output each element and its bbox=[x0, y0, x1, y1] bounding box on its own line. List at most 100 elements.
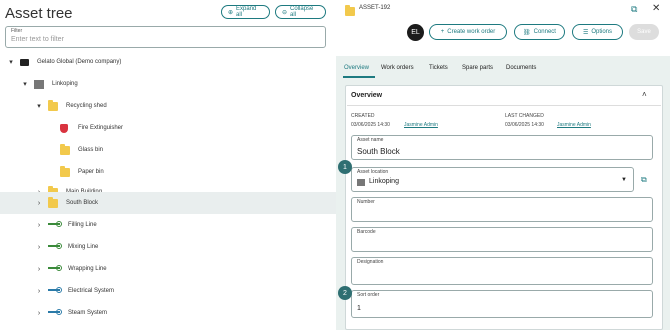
open-external-icon[interactable]: ⧉ bbox=[631, 4, 637, 15]
tree-item-label: Glass bin bbox=[78, 147, 104, 153]
avatar[interactable]: EL bbox=[407, 24, 424, 41]
tree-item-label: Recycling shed bbox=[66, 103, 107, 109]
tab-work-orders[interactable]: Work orders bbox=[381, 65, 414, 71]
production-line-icon bbox=[48, 220, 62, 228]
tree-item[interactable]: Glass bin bbox=[0, 139, 386, 161]
production-line-icon bbox=[48, 264, 62, 272]
last-changed-by-link[interactable]: Jasmine Admin bbox=[557, 122, 591, 128]
tree-item-label: South Block bbox=[66, 200, 99, 206]
connect-label: Connect bbox=[533, 29, 556, 35]
folder-icon bbox=[345, 5, 355, 16]
tab-documents[interactable]: Documents bbox=[506, 65, 536, 71]
created-label: CREATED bbox=[351, 113, 375, 119]
last-changed-date: 03/06/2025 14:30 bbox=[505, 122, 544, 128]
building-icon bbox=[357, 179, 365, 186]
chevron-right-icon[interactable]: › bbox=[36, 310, 42, 317]
step-badge-1: 1 bbox=[338, 160, 352, 174]
chevron-right-icon[interactable]: › bbox=[36, 266, 42, 273]
folder-icon bbox=[48, 196, 58, 208]
collapse-all-button[interactable]: ⊖ Collapse all bbox=[275, 5, 326, 19]
options-button[interactable]: ☰ Options bbox=[572, 24, 623, 40]
link-icon: ⛓ bbox=[523, 29, 531, 36]
chevron-right-icon[interactable]: › bbox=[36, 200, 42, 207]
connect-button[interactable]: ⛓ Connect bbox=[514, 24, 565, 40]
chevron-down-icon[interactable]: ▾ bbox=[8, 59, 14, 66]
tree-item[interactable]: › Mixing Line bbox=[0, 236, 362, 258]
dropdown-arrow-icon: ▼ bbox=[621, 177, 627, 183]
asset-name-value: South Block bbox=[357, 147, 400, 156]
system-line-icon bbox=[48, 308, 62, 316]
tree-item[interactable]: ▾ Linkoping bbox=[0, 73, 348, 95]
tree-item[interactable]: ▾ Recycling shed bbox=[0, 95, 362, 117]
tree-item[interactable]: › Steam System bbox=[0, 302, 362, 324]
tree-item[interactable]: ▾ Gelato Global (Demo company) bbox=[0, 51, 334, 73]
plus-icon: + bbox=[440, 29, 445, 35]
number-label: Number bbox=[357, 199, 375, 205]
create-work-order-label: Create work order bbox=[447, 29, 496, 35]
tree-item-label: Electrical System bbox=[68, 288, 115, 294]
panel-title: Overview bbox=[351, 92, 383, 99]
asset-tree-title: Asset tree bbox=[5, 5, 73, 22]
chevron-right-icon[interactable]: › bbox=[36, 288, 42, 295]
tab-overview[interactable]: Overview bbox=[344, 65, 369, 71]
created-date: 03/06/2025 14:30 bbox=[351, 122, 390, 128]
filter-placeholder: Enter text to filter bbox=[11, 36, 64, 43]
briefcase-icon bbox=[20, 58, 29, 66]
close-icon[interactable]: ✕ bbox=[652, 3, 660, 14]
tree-item[interactable]: › Filling Line bbox=[0, 214, 362, 236]
folder-icon bbox=[48, 99, 58, 111]
sort-order-label: Sort order bbox=[357, 292, 380, 298]
asset-id: ASSET-192 bbox=[359, 5, 391, 11]
asset-name-label: Asset name bbox=[357, 137, 384, 143]
tree-item-label: Paper bin bbox=[78, 169, 104, 175]
tree-item-label: Gelato Global (Demo company) bbox=[37, 59, 122, 65]
sort-order-field[interactable]: Sort order 1 bbox=[351, 290, 653, 318]
production-line-icon bbox=[48, 242, 62, 250]
save-label: Save bbox=[637, 29, 651, 35]
barcode-label: Barcode bbox=[357, 229, 376, 235]
number-field[interactable]: Number bbox=[351, 197, 653, 222]
step-badge-2: 2 bbox=[338, 286, 352, 300]
folder-icon bbox=[60, 165, 70, 177]
chevron-right-icon[interactable]: › bbox=[36, 222, 42, 229]
building-icon bbox=[34, 79, 44, 89]
tab-spare-parts[interactable]: Spare parts bbox=[462, 65, 493, 71]
asset-name-field[interactable]: Asset name South Block bbox=[351, 135, 653, 160]
tab-tickets[interactable]: Tickets bbox=[429, 65, 448, 71]
created-by-link[interactable]: Jasmine Admin bbox=[404, 122, 438, 128]
active-tab-indicator bbox=[343, 76, 375, 78]
asset-location-select[interactable]: Asset location Linkoping ▼ bbox=[351, 167, 634, 192]
tree-item-label: Filling Line bbox=[68, 222, 97, 228]
shield-icon bbox=[60, 123, 68, 133]
open-location-icon[interactable]: ⧉ bbox=[641, 175, 647, 185]
filter-input[interactable]: Filter Enter text to filter bbox=[5, 26, 326, 48]
designation-field[interactable]: Designation bbox=[351, 257, 653, 285]
sliders-icon: ☰ bbox=[582, 29, 589, 36]
create-work-order-button[interactable]: + Create work order bbox=[429, 24, 507, 40]
barcode-field[interactable]: Barcode bbox=[351, 227, 653, 252]
chevron-down-icon[interactable]: ▾ bbox=[36, 103, 42, 110]
collapse-icon: ⊖ bbox=[282, 9, 288, 16]
collapse-all-label: Collapse all bbox=[290, 6, 314, 18]
tree-item-label: Wrapping Line bbox=[68, 266, 107, 272]
options-label: Options bbox=[591, 29, 613, 35]
chevron-right-icon[interactable]: › bbox=[36, 244, 42, 251]
chevron-up-icon[interactable]: ˄ bbox=[642, 90, 647, 99]
tree-item[interactable]: Paper bin bbox=[0, 161, 386, 183]
tree-item-selected[interactable]: › South Block bbox=[0, 192, 362, 214]
save-button[interactable]: Save bbox=[629, 24, 659, 40]
filter-label: Filter bbox=[11, 28, 23, 34]
tree-item-label: Mixing Line bbox=[68, 244, 99, 250]
tree-item[interactable]: › Wrapping Line bbox=[0, 258, 362, 280]
expand-all-label: Expand all bbox=[236, 6, 257, 18]
folder-icon bbox=[60, 143, 70, 155]
expand-all-button[interactable]: ⊕ Expand all bbox=[221, 5, 270, 19]
tree-item-label: Linkoping bbox=[52, 81, 78, 87]
designation-label: Designation bbox=[357, 259, 384, 265]
tree-item[interactable]: › Electrical System bbox=[0, 280, 362, 302]
asset-location-label: Asset location bbox=[357, 169, 389, 175]
tree-item[interactable]: Fire Extinguisher bbox=[0, 117, 386, 139]
expand-icon: ⊕ bbox=[228, 9, 234, 16]
chevron-down-icon[interactable]: ▾ bbox=[22, 81, 28, 88]
tree-item-label: Fire Extinguisher bbox=[78, 125, 124, 131]
